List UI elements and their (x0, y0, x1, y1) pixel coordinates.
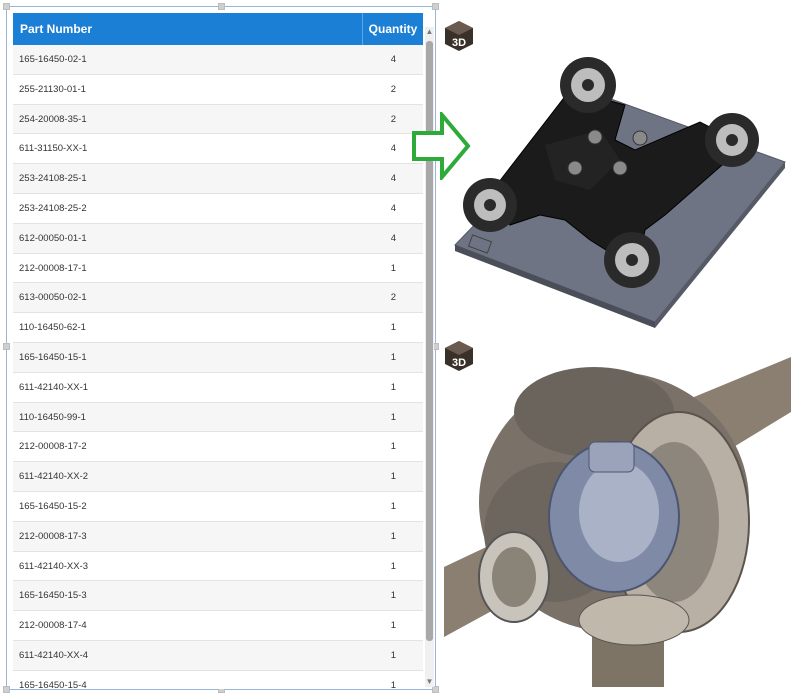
table-row[interactable]: 253-24108-25-1 4 (13, 164, 423, 194)
table-row[interactable]: 613-00050-02-1 2 (13, 283, 423, 314)
cell-part-number: 255-21130-01-1 (19, 83, 86, 95)
table-row[interactable]: 110-16450-62-1 1 (13, 313, 423, 343)
cell-quantity: 4 (390, 54, 397, 65)
differential-render (444, 357, 791, 687)
cell-part-number: 612-00050-01-1 (19, 232, 87, 244)
badge-label-top: 3D (452, 37, 466, 49)
cell-part-number: 165-16450-15-2 (19, 500, 87, 512)
resize-handle-top[interactable] (218, 3, 225, 10)
cell-quantity: 2 (390, 83, 397, 95)
cell-quantity: 1 (390, 381, 397, 393)
cell-part-number: 165-16450-15-1 (19, 351, 87, 363)
table-row[interactable]: 611-42140-XX-2 1 (13, 462, 423, 492)
cell-part-number: 110-16450-99-1 (19, 411, 86, 423)
cell-part-number: 611-42140-XX-4 (19, 649, 89, 661)
parts-table-panel: Part Number Quantity 165-16450-02-1 4 255-… (3, 3, 439, 693)
table-row[interactable]: 255-21130-01-1 2 (13, 74, 423, 105)
cell-quantity: 1 (390, 322, 397, 334)
cell-quantity: 1 (390, 441, 397, 453)
scroll-down-arrow-icon[interactable]: ▼ (425, 677, 434, 687)
table-row[interactable]: 212-00008-17-4 1 (13, 611, 423, 641)
cell-quantity: 1 (390, 530, 397, 542)
cell-quantity: 1 (390, 679, 397, 689)
table-row[interactable]: 212-00008-17-2 1 (13, 432, 423, 463)
cell-part-number: 212-00008-17-4 (19, 620, 87, 632)
table-row[interactable]: 165-16450-15-1 1 (13, 342, 423, 373)
cell-part-number: 254-20008-35-1 (19, 113, 87, 125)
parts-table: Part Number Quantity 165-16450-02-1 4 255-… (13, 13, 423, 689)
wheel (705, 113, 759, 167)
cell-part-number: 253-24108-25-2 (19, 202, 87, 214)
cell-quantity: 4 (390, 232, 397, 244)
cell-quantity: 4 (390, 202, 397, 214)
cell-part-number: 611-42140-XX-2 (19, 471, 89, 483)
cell-part-number: 212-00008-17-3 (19, 530, 87, 542)
cell-quantity: 2 (390, 292, 397, 304)
table-row[interactable]: 253-24108-25-2 4 (13, 193, 423, 224)
table-row[interactable]: 611-31150-XX-1 4 (13, 134, 423, 165)
table-row[interactable]: 611-42140-XX-3 1 (13, 551, 423, 582)
cell-quantity: 1 (390, 590, 397, 602)
cell-part-number: 253-24108-25-1 (19, 173, 87, 185)
wheel (604, 232, 660, 288)
resize-handle-top-left[interactable] (3, 3, 10, 10)
cell-part-number: 110-16450-62-1 (19, 322, 86, 334)
table-row[interactable]: 212-00008-17-1 1 (13, 253, 423, 284)
cell-part-number: 212-00008-17-2 (19, 441, 87, 453)
cell-quantity: 1 (390, 560, 397, 572)
cell-part-number: 611-42140-XX-3 (19, 560, 89, 572)
cell-part-number: 611-31150-XX-1 (19, 143, 88, 155)
table-row[interactable]: 611-42140-XX-4 1 (13, 640, 423, 671)
resize-handle-top-right[interactable] (432, 3, 439, 10)
resize-handle-bottom-left[interactable] (3, 686, 10, 693)
cell-quantity: 1 (390, 411, 397, 423)
wheel (560, 57, 616, 113)
cell-quantity: 1 (390, 262, 397, 274)
resize-handle-bottom-right[interactable] (432, 686, 439, 693)
cell-part-number: 165-16450-02-1 (19, 54, 87, 65)
scroll-up-arrow-icon[interactable]: ▲ (425, 27, 434, 37)
table-row[interactable]: 611-42140-XX-1 1 (13, 372, 423, 403)
cell-quantity: 1 (390, 649, 397, 661)
column-header-part-number[interactable]: Part Number (13, 13, 363, 45)
table-row[interactable]: 212-00008-17-3 1 (13, 521, 423, 552)
column-header-quantity[interactable]: Quantity (363, 13, 423, 45)
cell-part-number: 613-00050-02-1 (19, 292, 87, 304)
cell-quantity: 1 (390, 620, 397, 632)
table-header: Part Number Quantity (13, 13, 423, 45)
table-row[interactable]: 612-00050-01-1 4 (13, 223, 423, 254)
cell-part-number: 611-42140-XX-1 (19, 381, 89, 393)
cell-quantity: 1 (390, 500, 397, 512)
3d-view-icon[interactable]: 3D (444, 20, 474, 52)
cell-part-number: 165-16450-15-3 (19, 590, 87, 602)
wheel (463, 178, 517, 232)
cell-quantity: 1 (390, 351, 397, 363)
table-row[interactable]: 165-16450-15-4 1 (13, 670, 423, 689)
table-body: 165-16450-02-1 4 255-21130-01-1 2 254-20008-… (13, 45, 423, 689)
table-row[interactable]: 165-16450-15-3 1 (13, 581, 423, 612)
table-row[interactable]: 165-16450-15-2 1 (13, 491, 423, 522)
resize-handle-left[interactable] (3, 343, 10, 350)
plate-assembly-render (454, 57, 786, 328)
table-row[interactable]: 110-16450-99-1 1 (13, 402, 423, 433)
table-row[interactable]: 254-20008-35-1 2 (13, 104, 423, 135)
cell-part-number: 165-16450-15-4 (19, 679, 87, 689)
table-row[interactable]: 165-16450-02-1 4 (13, 45, 423, 75)
cell-part-number: 212-00008-17-1 (19, 262, 87, 274)
cell-quantity: 1 (390, 471, 397, 483)
